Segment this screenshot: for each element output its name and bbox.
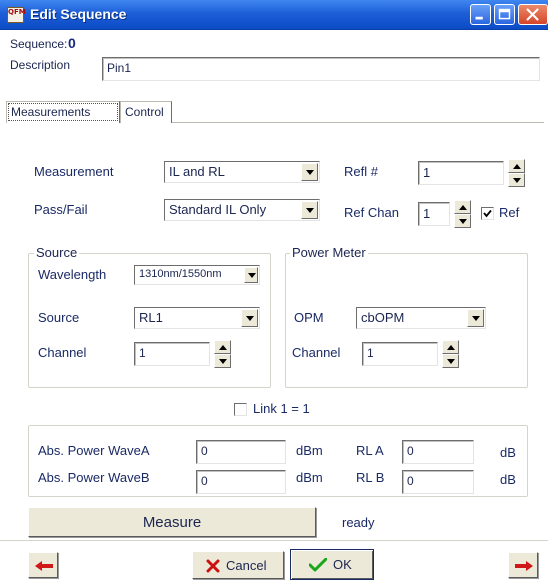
- title-bar[interactable]: QFM Edit Sequence: [0, 0, 548, 30]
- previous-button[interactable]: [28, 552, 58, 578]
- wavelength-select-value: 1310nm/1550nm: [139, 268, 222, 280]
- arrow-left-icon: [35, 561, 53, 571]
- abs-wave-b-field[interactable]: 0: [196, 470, 286, 494]
- source-channel-spinner[interactable]: [214, 340, 231, 368]
- spin-down-button[interactable]: [214, 354, 231, 368]
- pm-channel-label: Channel: [292, 345, 341, 360]
- measurement-select[interactable]: IL and RL: [164, 161, 320, 183]
- pm-channel-spinner[interactable]: [442, 340, 459, 368]
- spin-down-icon: [459, 219, 467, 224]
- ok-label: OK: [333, 557, 352, 572]
- wavelength-label: Wavelength: [38, 267, 107, 282]
- measure-button-label: Measure: [142, 514, 202, 531]
- abs-wave-a-field[interactable]: 0: [196, 440, 286, 464]
- passfail-label: Pass/Fail: [34, 202, 88, 217]
- dropdown-arrow-icon[interactable]: [244, 267, 258, 283]
- source-select-value: RL1: [139, 310, 163, 325]
- dropdown-arrow-icon[interactable]: [301, 163, 318, 181]
- measurement-select-value: IL and RL: [169, 164, 225, 179]
- opm-select-value: cbOPM: [361, 310, 405, 325]
- rl-a-unit: dB: [500, 445, 516, 460]
- refl-label: Refl #: [344, 164, 378, 179]
- measurement-label: Measurement: [34, 164, 114, 179]
- ref-checkbox[interactable]: [481, 207, 494, 220]
- abs-wave-b-unit: dBm: [296, 470, 323, 485]
- rl-b-unit: dB: [500, 472, 516, 487]
- ref-checkbox-label: Ref: [499, 205, 520, 220]
- passfail-select-value: Standard IL Only: [169, 202, 267, 217]
- wavelength-select[interactable]: 1310nm/1550nm: [134, 265, 260, 285]
- abs-wave-b-label: Abs. Power WaveB: [38, 470, 150, 485]
- spin-up-icon: [219, 345, 227, 350]
- pm-channel-field[interactable]: 1: [362, 342, 438, 366]
- description-field[interactable]: Pin1: [102, 57, 540, 81]
- checkmark-icon: [309, 558, 327, 572]
- description-label: Description: [10, 58, 71, 72]
- link-checkbox-label: Link 1 = 1: [253, 401, 310, 416]
- checkmark-icon: [483, 209, 492, 218]
- x-icon: [206, 559, 220, 573]
- spin-up-button[interactable]: [442, 340, 459, 354]
- spin-down-icon: [513, 178, 521, 183]
- source-channel-label: Channel: [38, 345, 87, 360]
- measure-button[interactable]: Measure: [28, 507, 316, 537]
- arrow-right-icon: [515, 561, 533, 571]
- ok-button[interactable]: OK: [290, 549, 374, 580]
- abs-wave-a-unit: dBm: [296, 443, 323, 458]
- link-checkbox[interactable]: [234, 403, 247, 416]
- source-label: Source: [38, 310, 80, 325]
- close-icon: [526, 8, 539, 21]
- spin-down-button[interactable]: [442, 354, 459, 368]
- minimize-icon: [475, 16, 483, 20]
- minimize-button[interactable]: [470, 4, 491, 25]
- rl-b-field[interactable]: 0: [402, 470, 474, 494]
- refchan-label: Ref Chan: [344, 205, 399, 220]
- maximize-button[interactable]: [494, 4, 515, 25]
- spin-up-button[interactable]: [508, 159, 525, 173]
- source-select[interactable]: RL1: [134, 307, 260, 329]
- spin-up-icon: [513, 164, 521, 169]
- rl-a-field[interactable]: 0: [402, 440, 474, 464]
- sequence-label: Sequence:: [10, 37, 68, 51]
- footer-divider: [0, 540, 548, 541]
- refl-spinner[interactable]: [508, 159, 525, 187]
- passfail-select[interactable]: Standard IL Only: [164, 199, 320, 221]
- spin-up-button[interactable]: [214, 340, 231, 354]
- dropdown-arrow-icon[interactable]: [467, 309, 484, 327]
- tab-measurements[interactable]: Measurements: [6, 101, 120, 123]
- dropdown-arrow-icon[interactable]: [301, 201, 318, 219]
- maximize-icon: [498, 8, 511, 20]
- spin-up-button[interactable]: [454, 200, 471, 214]
- status-text: ready: [342, 515, 375, 530]
- tab-control[interactable]: Control: [120, 101, 172, 123]
- close-button[interactable]: [518, 4, 548, 25]
- rl-a-label: RL A: [356, 443, 384, 458]
- opm-label: OPM: [294, 310, 324, 325]
- power-meter-group-title: Power Meter: [290, 245, 368, 260]
- sequence-value: 0: [68, 35, 76, 51]
- dropdown-arrow-icon[interactable]: [241, 309, 258, 327]
- refl-field[interactable]: 1: [418, 161, 504, 185]
- app-icon: QFM: [7, 7, 26, 23]
- window-title: Edit Sequence: [30, 6, 127, 22]
- refchan-spinner[interactable]: [454, 200, 471, 228]
- next-button[interactable]: [508, 552, 538, 578]
- abs-wave-a-label: Abs. Power WaveA: [38, 443, 150, 458]
- spin-down-icon: [447, 359, 455, 364]
- opm-select[interactable]: cbOPM: [356, 307, 486, 329]
- source-channel-field[interactable]: 1: [134, 342, 210, 366]
- source-group-title: Source: [34, 245, 80, 260]
- spin-down-icon: [219, 359, 227, 364]
- spin-up-icon: [447, 345, 455, 350]
- cancel-button[interactable]: Cancel: [192, 551, 284, 579]
- spin-down-button[interactable]: [508, 173, 525, 187]
- spin-down-button[interactable]: [454, 214, 471, 228]
- refchan-field[interactable]: 1: [418, 202, 450, 226]
- rl-b-label: RL B: [356, 470, 385, 485]
- spin-up-icon: [459, 205, 467, 210]
- cancel-label: Cancel: [226, 558, 267, 573]
